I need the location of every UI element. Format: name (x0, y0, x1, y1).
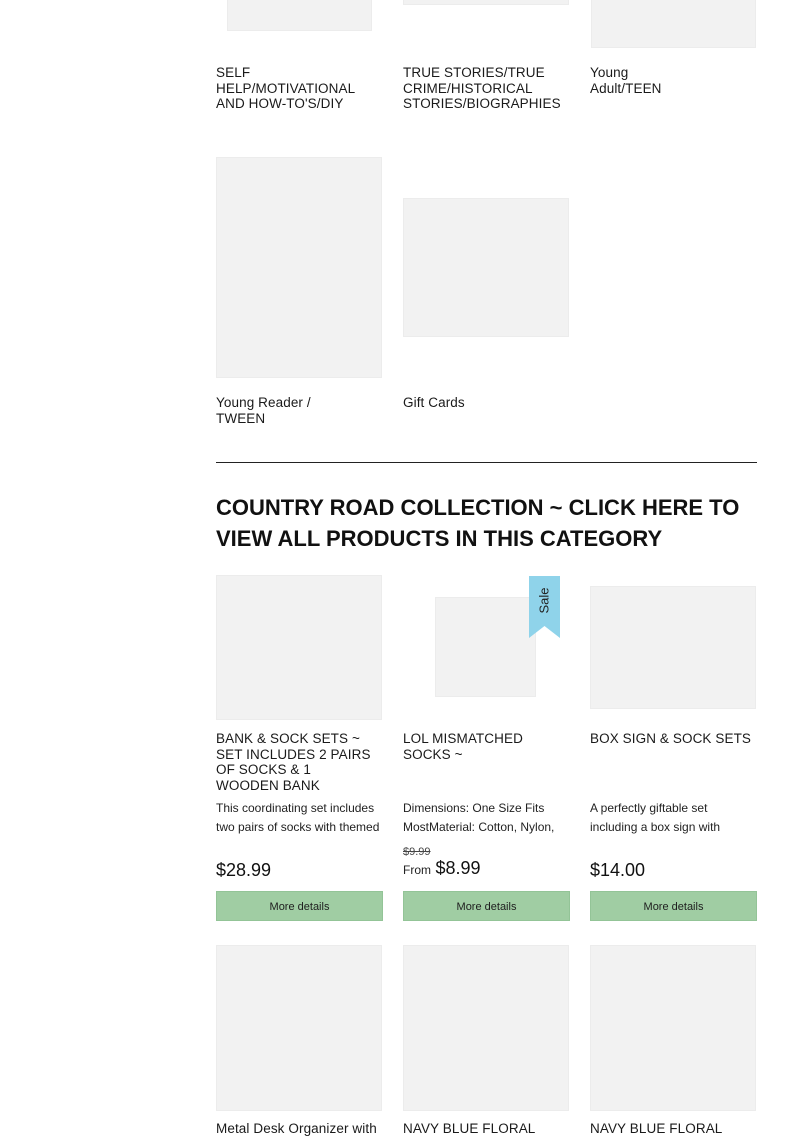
more-details-button[interactable]: More details (403, 891, 570, 921)
product-title-box-sign[interactable]: BOX SIGN & SOCK SETS (590, 731, 756, 747)
product-image-desk-organizer[interactable] (216, 945, 382, 1111)
product-price-bank-sock-sets: $28.99 (216, 860, 272, 880)
product-price-lol-socks: $8.99 (435, 858, 481, 878)
collection-image-gift-cards[interactable] (403, 198, 569, 337)
collection-image-young-reader[interactable] (216, 157, 382, 378)
product-price-row-lol-socks: From $8.99 (403, 858, 481, 879)
more-details-button[interactable]: More details (590, 891, 757, 921)
collection-image-true-stories[interactable] (403, 0, 569, 5)
product-description-box-sign: A perfectly giftable set including a box… (590, 801, 721, 834)
product-image-navy-floral-2[interactable] (590, 945, 756, 1111)
product-image-navy-floral-1[interactable] (403, 945, 569, 1111)
product-price-box-sign: $14.00 (590, 860, 646, 880)
collection-title-gift-cards[interactable]: Gift Cards (403, 395, 523, 411)
section-divider (216, 462, 757, 463)
product-title-lol-socks[interactable]: LOL MISMATCHED SOCKS ~ (403, 731, 569, 762)
section-heading-link[interactable]: COUNTRY ROAD COLLECTION ~ CLICK HERE TO … (216, 492, 761, 554)
collection-title-young-reader[interactable]: Young Reader / TWEEN (216, 395, 311, 426)
product-title-navy-floral-1[interactable]: NAVY BLUE FLORAL (403, 1121, 569, 1137)
collection-image-young-adult[interactable] (591, 0, 756, 48)
product-image-bank-sock-sets[interactable] (216, 575, 382, 720)
sale-badge-label-wrap: Sale (529, 576, 560, 624)
product-title-navy-floral-2[interactable]: NAVY BLUE FLORAL (590, 1121, 756, 1137)
sale-badge-label: Sale (537, 586, 552, 614)
product-description-lol-socks: Dimensions: One Size Fits MostMaterial: … (403, 801, 555, 834)
more-details-button[interactable]: More details (216, 891, 383, 921)
collection-image-self-help[interactable] (227, 0, 372, 31)
collection-title-self-help[interactable]: SELF HELP/MOTIVATIONAL AND HOW-TO'S/DIY (216, 65, 361, 112)
product-title-desk-organizer[interactable]: Metal Desk Organizer with (216, 1121, 382, 1137)
product-description-bank-sock-sets: This coordinating set includes two pairs… (216, 801, 380, 834)
product-price-prefix: From (403, 863, 431, 877)
product-image-lol-socks[interactable] (435, 597, 536, 697)
collection-title-young-adult[interactable]: Young Adult/TEEN (590, 65, 670, 96)
product-image-box-sign[interactable] (590, 586, 756, 709)
collection-title-true-stories[interactable]: TRUE STORIES/TRUE CRIME/HISTORICAL STORI… (403, 65, 561, 112)
product-title-bank-sock-sets[interactable]: BANK & SOCK SETS ~ SET INCLUDES 2 PAIRS … (216, 731, 376, 793)
product-compare-price-lol-socks: $9.99 (403, 846, 431, 858)
